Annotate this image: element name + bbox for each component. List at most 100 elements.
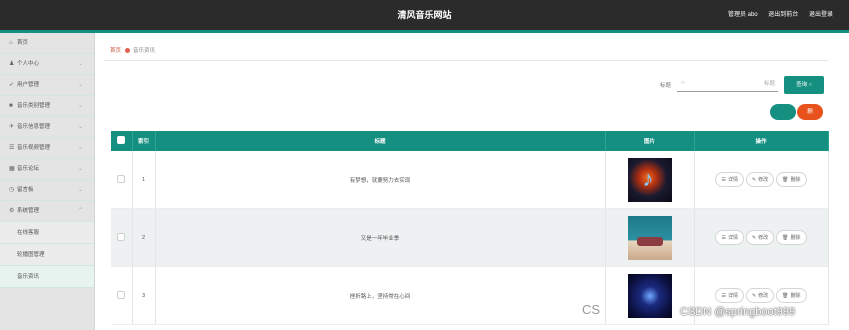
row-actions: ☰ 详情 ✎ 修改 🗑 删除 (694, 151, 829, 209)
search-circle-icon: ○ (681, 80, 685, 86)
sidebar-item-6[interactable]: ▦ 音乐论坛 ⌄ (0, 159, 94, 180)
search-label: 标题 (660, 83, 672, 89)
detail-button[interactable]: ☰ 详情 (715, 230, 744, 245)
divider (104, 60, 828, 61)
accent-bar (0, 30, 849, 33)
send-icon: ➶ (9, 82, 15, 88)
breadcrumb: 首页 音乐资讯 (110, 46, 155, 54)
row-thumbnail[interactable] (627, 157, 672, 202)
row-checkbox[interactable] (117, 174, 126, 183)
search-button[interactable]: 查询 ○ (784, 76, 824, 94)
chevron-icon: ⌄ (77, 124, 83, 130)
sidebar-item-4[interactable]: ✈ 音乐信息管理 ⌄ (0, 117, 94, 138)
trash-icon: 🗑 (782, 235, 789, 241)
sidebar-item-label: 音乐视频管理 (17, 145, 51, 151)
sidebar-item-2[interactable]: ➶ 用户管理 ⌄ (0, 75, 94, 96)
edit-icon: ✎ (751, 235, 757, 241)
row-image-cell (605, 151, 695, 209)
search-input[interactable] (693, 78, 775, 90)
sidebar-item-1[interactable]: ♟ 个人中心 ⌄ (0, 54, 94, 75)
edit-button[interactable]: ✎ 修改 (745, 288, 775, 303)
row-select-cell[interactable] (111, 266, 133, 325)
add-button[interactable] (770, 104, 796, 120)
delete-button[interactable]: 删 (797, 104, 823, 120)
row-checkbox[interactable] (117, 232, 126, 241)
remove-button[interactable]: 🗑 删除 (776, 230, 807, 245)
chevron-icon: ⌄ (77, 82, 83, 88)
search-field: ○ (677, 76, 778, 92)
select-all-checkbox[interactable] (117, 136, 126, 144)
detail-button[interactable]: ☰ 详情 (715, 288, 744, 303)
edit-label: 修改 (758, 293, 769, 299)
select-all-header[interactable] (111, 131, 133, 151)
sidebar-item-label: 个人中心 (17, 61, 40, 67)
chevron-icon: ⌄ (77, 61, 83, 67)
logout-link[interactable]: 退出登录 (809, 12, 833, 18)
chevron-icon: ⌄ (77, 145, 83, 151)
detail-label: 详情 (727, 177, 738, 183)
sidebar-subitem-0[interactable]: 在线客服 (0, 222, 94, 244)
sidebar-item-label: 首页 (17, 40, 29, 46)
sidebar-item-label: 系统管理 (17, 208, 40, 214)
watermark-right: CSDN @springboot999 (680, 306, 796, 318)
back-to-front-link[interactable]: 退出到前台 (768, 12, 798, 18)
row-thumbnail[interactable] (627, 215, 672, 260)
row-select-cell[interactable] (111, 208, 133, 267)
breadcrumb-home[interactable]: 首页 (110, 48, 121, 54)
trash-icon: 🗑 (782, 177, 789, 183)
row-thumbnail[interactable] (627, 273, 672, 318)
remove-label: 删除 (790, 293, 801, 299)
admin-label: 管理员 abo (727, 12, 758, 18)
edit-label: 修改 (758, 177, 769, 183)
sidebar-item-3[interactable]: ■ 音乐类别管理 ⌄ (0, 96, 94, 117)
row-image-cell (605, 208, 695, 267)
sidebar-item-label: 音乐信息管理 (17, 124, 51, 130)
edit-button[interactable]: ✎ 修改 (745, 230, 775, 245)
column-header-title: 标题 (155, 131, 606, 151)
video-icon: ■ (9, 103, 13, 109)
sidebar-item-label: 留言板 (17, 187, 34, 193)
remove-label: 删除 (790, 177, 801, 183)
row-title: 挫折路上，坚持常在心间 (155, 266, 606, 325)
sidebar-item-7[interactable]: ◷ 留言板 ⌄ (0, 180, 94, 201)
gear-icon: ⚙ (9, 208, 15, 214)
detail-icon: ☰ (721, 177, 726, 183)
sidebar-subitem-1[interactable]: 轮播图管理 (0, 244, 94, 266)
column-header-image: 图片 (605, 131, 695, 151)
sidebar-item-label: 音乐类别管理 (17, 103, 51, 109)
column-header-actions: 操作 (694, 131, 829, 151)
sidebar-item-8[interactable]: ⚙ 系统管理 ⌃ (0, 201, 94, 222)
clock-icon: ◷ (9, 187, 15, 193)
breadcrumb-current: 音乐资讯 (133, 48, 156, 54)
detail-button[interactable]: ☰ 详情 (715, 172, 744, 187)
remove-button[interactable]: 🗑 删除 (776, 288, 807, 303)
table-row: 1有梦想，就要努力去实现☰详情✎修改🗑删除 (111, 151, 829, 209)
home-icon: ⌂ (9, 40, 13, 46)
data-table: 索引 标题 图片 操作 1有梦想，就要努力去实现☰详情✎修改🗑删除2又是一年毕业… (111, 131, 829, 325)
table-row: 2 又是一年毕业季 ☰ 详情 ✎ 修改 🗑 删除 (111, 208, 829, 267)
column-header-index: 索引 (132, 131, 156, 151)
table-header-row: 索引 标题 图片 操作 (111, 131, 829, 151)
top-bar: 清风音乐网站 管理员 abo 退出到前台 退出登录 (0, 0, 849, 30)
sidebar-item-label: 用户管理 (17, 82, 40, 88)
row-index: 2 (132, 208, 156, 267)
row-checkbox[interactable] (117, 290, 126, 299)
remove-button[interactable]: 🗑 删除 (776, 172, 807, 187)
edit-icon: ✎ (751, 177, 757, 183)
sidebar-subitem-2[interactable]: 音乐资讯 (0, 266, 94, 288)
row-actions: ☰ 详情 ✎ 修改 🗑 删除 (694, 208, 829, 267)
row-index: 3 (132, 266, 156, 325)
row-select-cell[interactable] (111, 151, 133, 209)
building-icon: ▦ (9, 166, 15, 172)
detail-label: 详情 (727, 235, 738, 241)
chevron-icon: ⌄ (77, 103, 83, 109)
detail-icon: ☰ (721, 235, 726, 241)
edit-button[interactable]: ✎ 修改 (745, 172, 775, 187)
breadcrumb-separator-icon (125, 48, 131, 54)
watermark-left: CS (582, 302, 601, 317)
sidebar-item-label: 音乐论坛 (17, 166, 40, 172)
sidebar-item-0[interactable]: ⌂ 首页 (0, 33, 94, 54)
sidebar-item-5[interactable]: ☰ 音乐视频管理 ⌄ (0, 138, 94, 159)
detail-icon: ☰ (721, 293, 726, 299)
detail-label: 详情 (727, 293, 738, 299)
